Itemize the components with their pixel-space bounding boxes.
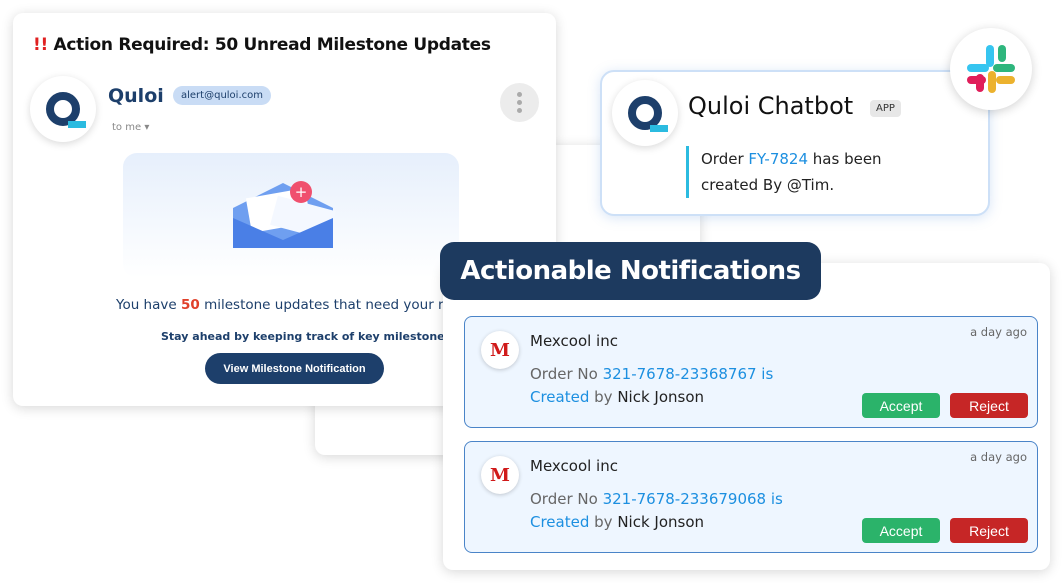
mexcool-logo: M: [481, 331, 519, 369]
recipient-dropdown[interactable]: to me ▾: [112, 122, 149, 133]
milestone-subtext: Stay ahead by keeping track of key miles…: [161, 330, 456, 343]
envelope-icon: +: [233, 181, 336, 248]
chatbot-name: Quloi Chatbot: [688, 92, 854, 120]
view-milestone-button[interactable]: View Milestone Notification: [205, 353, 384, 384]
slack-icon: [950, 28, 1032, 110]
notification-text: Order No 321-7678-23368767 is Created by…: [530, 365, 774, 406]
mexcool-logo: M: [481, 456, 519, 494]
timestamp: a day ago: [970, 450, 1027, 464]
timestamp: a day ago: [970, 325, 1027, 339]
sender-email-badge: alert@quloi.com: [173, 86, 271, 105]
company-name: Mexcool inc: [530, 457, 618, 475]
company-name: Mexcool inc: [530, 332, 618, 350]
accept-button[interactable]: Accept: [862, 518, 940, 543]
notification-card: M Mexcool inc a day ago Order No 321-767…: [464, 316, 1038, 428]
svg-text:+: +: [295, 183, 308, 201]
email-title: !! Action Required: 50 Unread Milestone …: [33, 35, 491, 55]
notification-text: Order No 321-7678-233679068 is Created b…: [530, 490, 783, 531]
reject-button[interactable]: Reject: [950, 518, 1028, 543]
accept-button[interactable]: Accept: [862, 393, 940, 418]
notifications-panel: M Mexcool inc a day ago Order No 321-767…: [443, 263, 1050, 570]
actionable-notifications-heading: Actionable Notifications: [440, 242, 821, 300]
caret-down-icon: ▾: [144, 122, 150, 133]
chatbot-card: Quloi Chatbot APP Order FY-7824 has been…: [600, 70, 990, 216]
more-options-icon[interactable]: [500, 83, 539, 122]
notification-card: M Mexcool inc a day ago Order No 321-767…: [464, 441, 1038, 553]
chatbot-message: Order FY-7824 has been created By @Tim.: [686, 146, 916, 198]
reject-button[interactable]: Reject: [950, 393, 1028, 418]
quloi-chatbot-logo: [612, 80, 678, 146]
sender-name: Quloi: [108, 85, 164, 107]
milestone-message: You have 50 milestone updates that need …: [116, 297, 486, 313]
quloi-logo: [30, 76, 96, 142]
email-illustration: +: [123, 153, 459, 278]
app-badge: APP: [870, 100, 901, 117]
